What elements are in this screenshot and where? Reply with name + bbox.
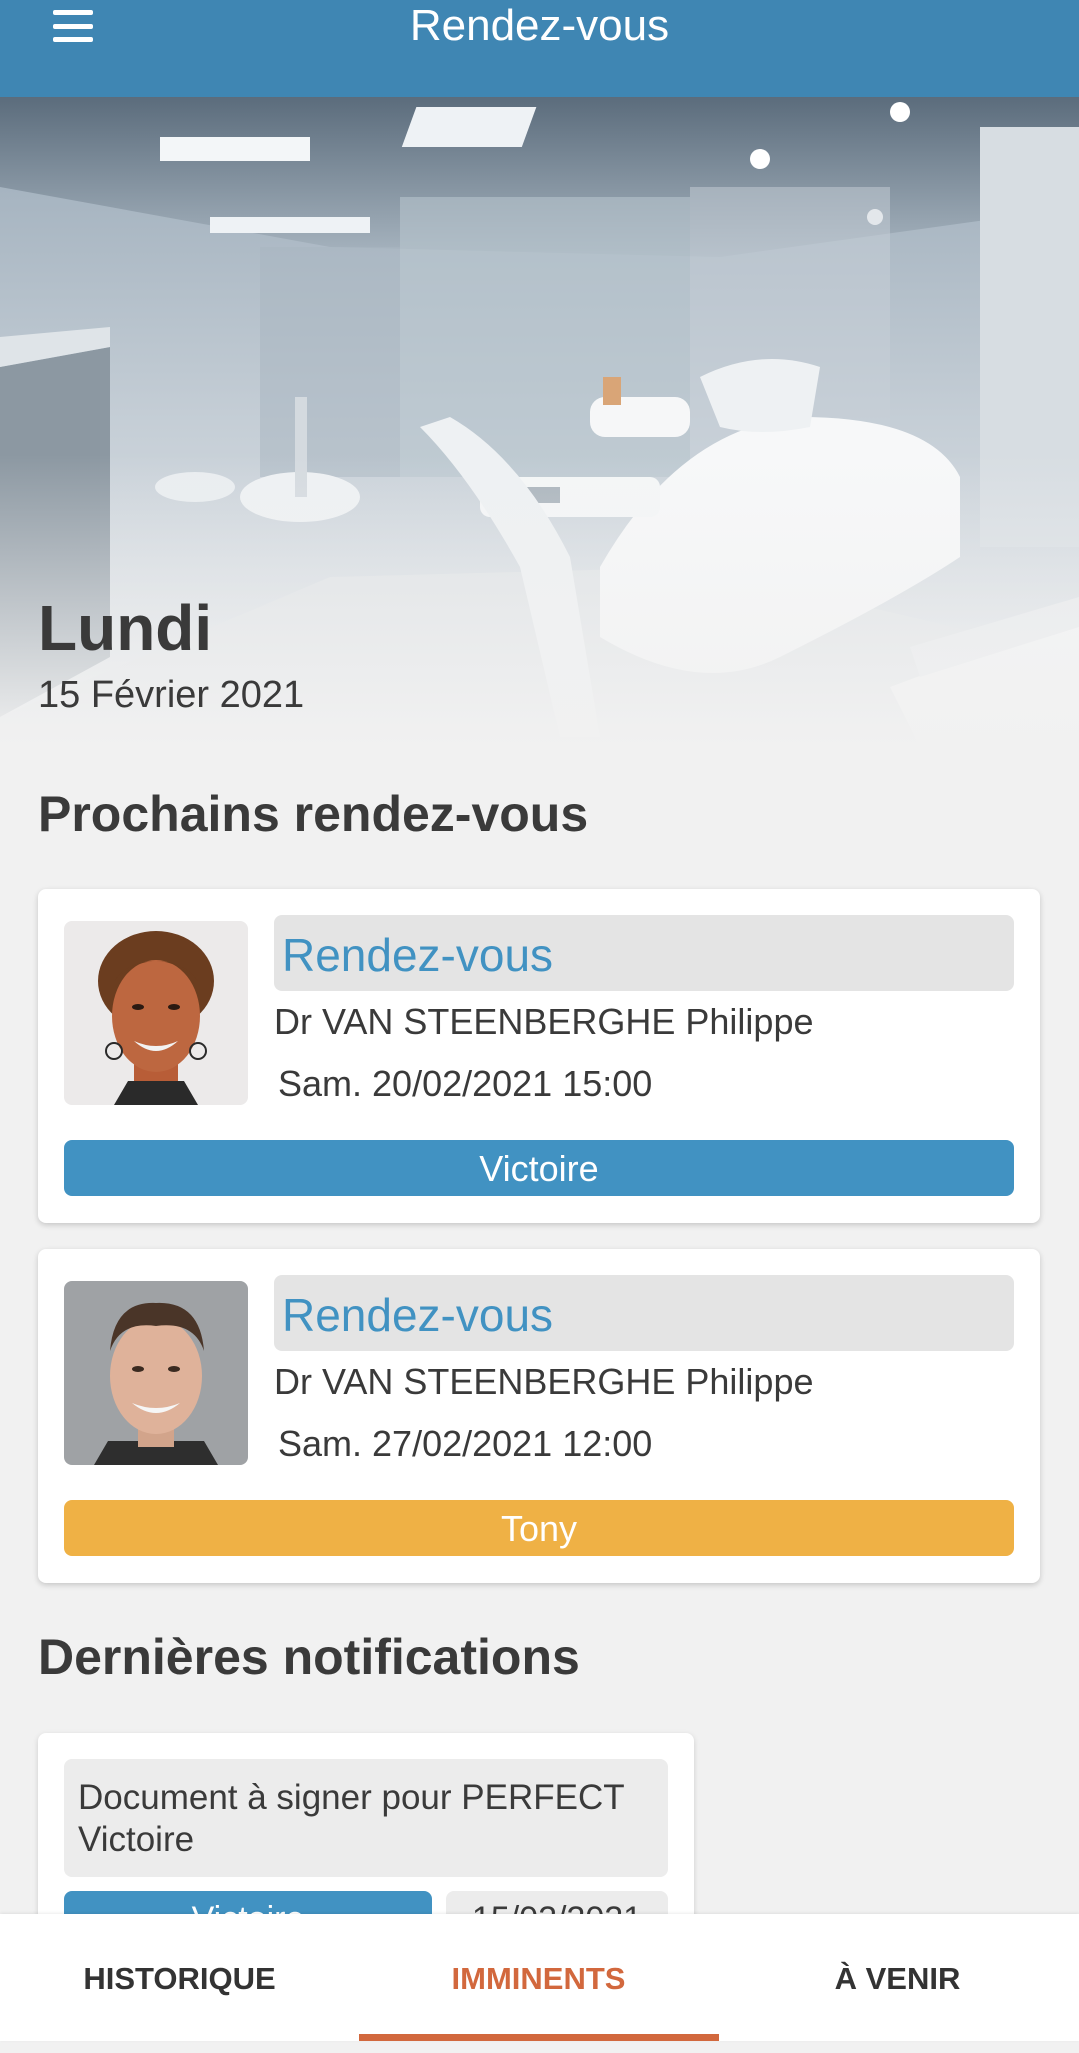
- tab-historique[interactable]: HISTORIQUE: [0, 1914, 359, 2041]
- appointment-type: Rendez-vous: [274, 915, 1014, 991]
- patient-tag: Tony: [64, 1500, 1014, 1556]
- app-header: Rendez-vous: [0, 0, 1079, 97]
- hero-banner: Lundi 15 Février 2021: [0, 97, 1079, 747]
- bottom-tab-bar: HISTORIQUE IMMINENTS À VENIR: [0, 1914, 1079, 2041]
- active-tab-indicator: [359, 2034, 719, 2041]
- page-title: Rendez-vous: [409, 1, 670, 50]
- avatar: [64, 921, 248, 1105]
- appointment-card[interactable]: Rendez-vous Dr VAN STEENBERGHE Philippe …: [38, 889, 1040, 1223]
- appointment-datetime: Sam. 27/02/2021 12:00: [278, 1423, 653, 1464]
- notifications-section-title: Dernières notifications: [38, 1629, 580, 1685]
- notification-message: Document à signer pour PERFECT Victoire: [64, 1759, 668, 1877]
- avatar: [64, 1281, 248, 1465]
- appointment-doctor: Dr VAN STEENBERGHE Philippe: [274, 1001, 814, 1042]
- appointment-type: Rendez-vous: [274, 1275, 1014, 1351]
- tab-a-venir[interactable]: À VENIR: [718, 1914, 1077, 2041]
- patient-tag: Victoire: [64, 1140, 1014, 1196]
- tab-imminents[interactable]: IMMINENTS: [359, 1914, 718, 2041]
- hero-day: Lundi: [38, 592, 213, 664]
- app-screen: Rendez-vous Lundi 15 Février 2021 Procha…: [0, 0, 1079, 2053]
- hero-date: 15 Février 2021: [38, 674, 305, 716]
- appointment-datetime: Sam. 20/02/2021 15:00: [278, 1063, 653, 1104]
- appointments-section-title: Prochains rendez-vous: [38, 786, 589, 842]
- appointment-card[interactable]: Rendez-vous Dr VAN STEENBERGHE Philippe …: [38, 1249, 1040, 1583]
- notification-card[interactable]: Document à signer pour PERFECT Victoire …: [38, 1733, 694, 1947]
- appointment-doctor: Dr VAN STEENBERGHE Philippe: [274, 1361, 814, 1402]
